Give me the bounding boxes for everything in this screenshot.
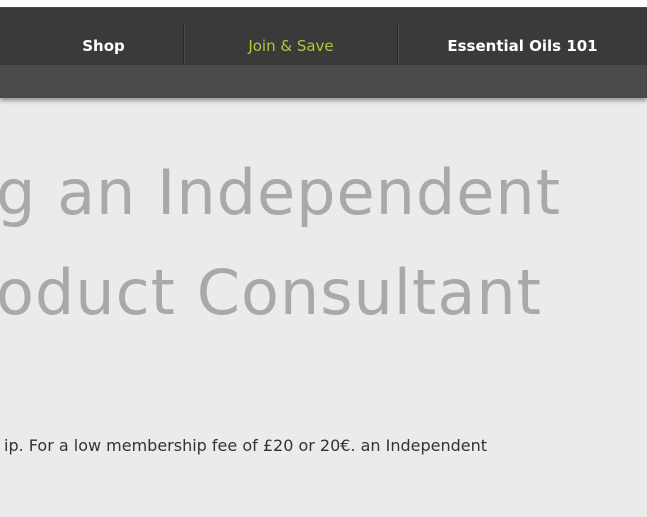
- nav-subbar: [0, 65, 647, 98]
- intro-paragraph: ip. For a low membership fee of £20 or 2…: [4, 436, 488, 455]
- page: Shop Join & Save Essential Oils 101 g an…: [0, 0, 647, 517]
- nav-item-shop[interactable]: Shop: [0, 7, 183, 65]
- nav-item-label: Essential Oils 101: [447, 37, 598, 55]
- page-title-line-2: oduct Consultant: [0, 256, 542, 329]
- page-title-line-1: g an Independent: [0, 156, 562, 229]
- nav-item-label: Join & Save: [248, 37, 334, 55]
- nav-item-label: Shop: [82, 37, 125, 55]
- top-strip: [0, 0, 647, 7]
- nav-item-essential-oils-101[interactable]: Essential Oils 101: [398, 7, 647, 65]
- nav-item-join-save[interactable]: Join & Save: [184, 7, 398, 65]
